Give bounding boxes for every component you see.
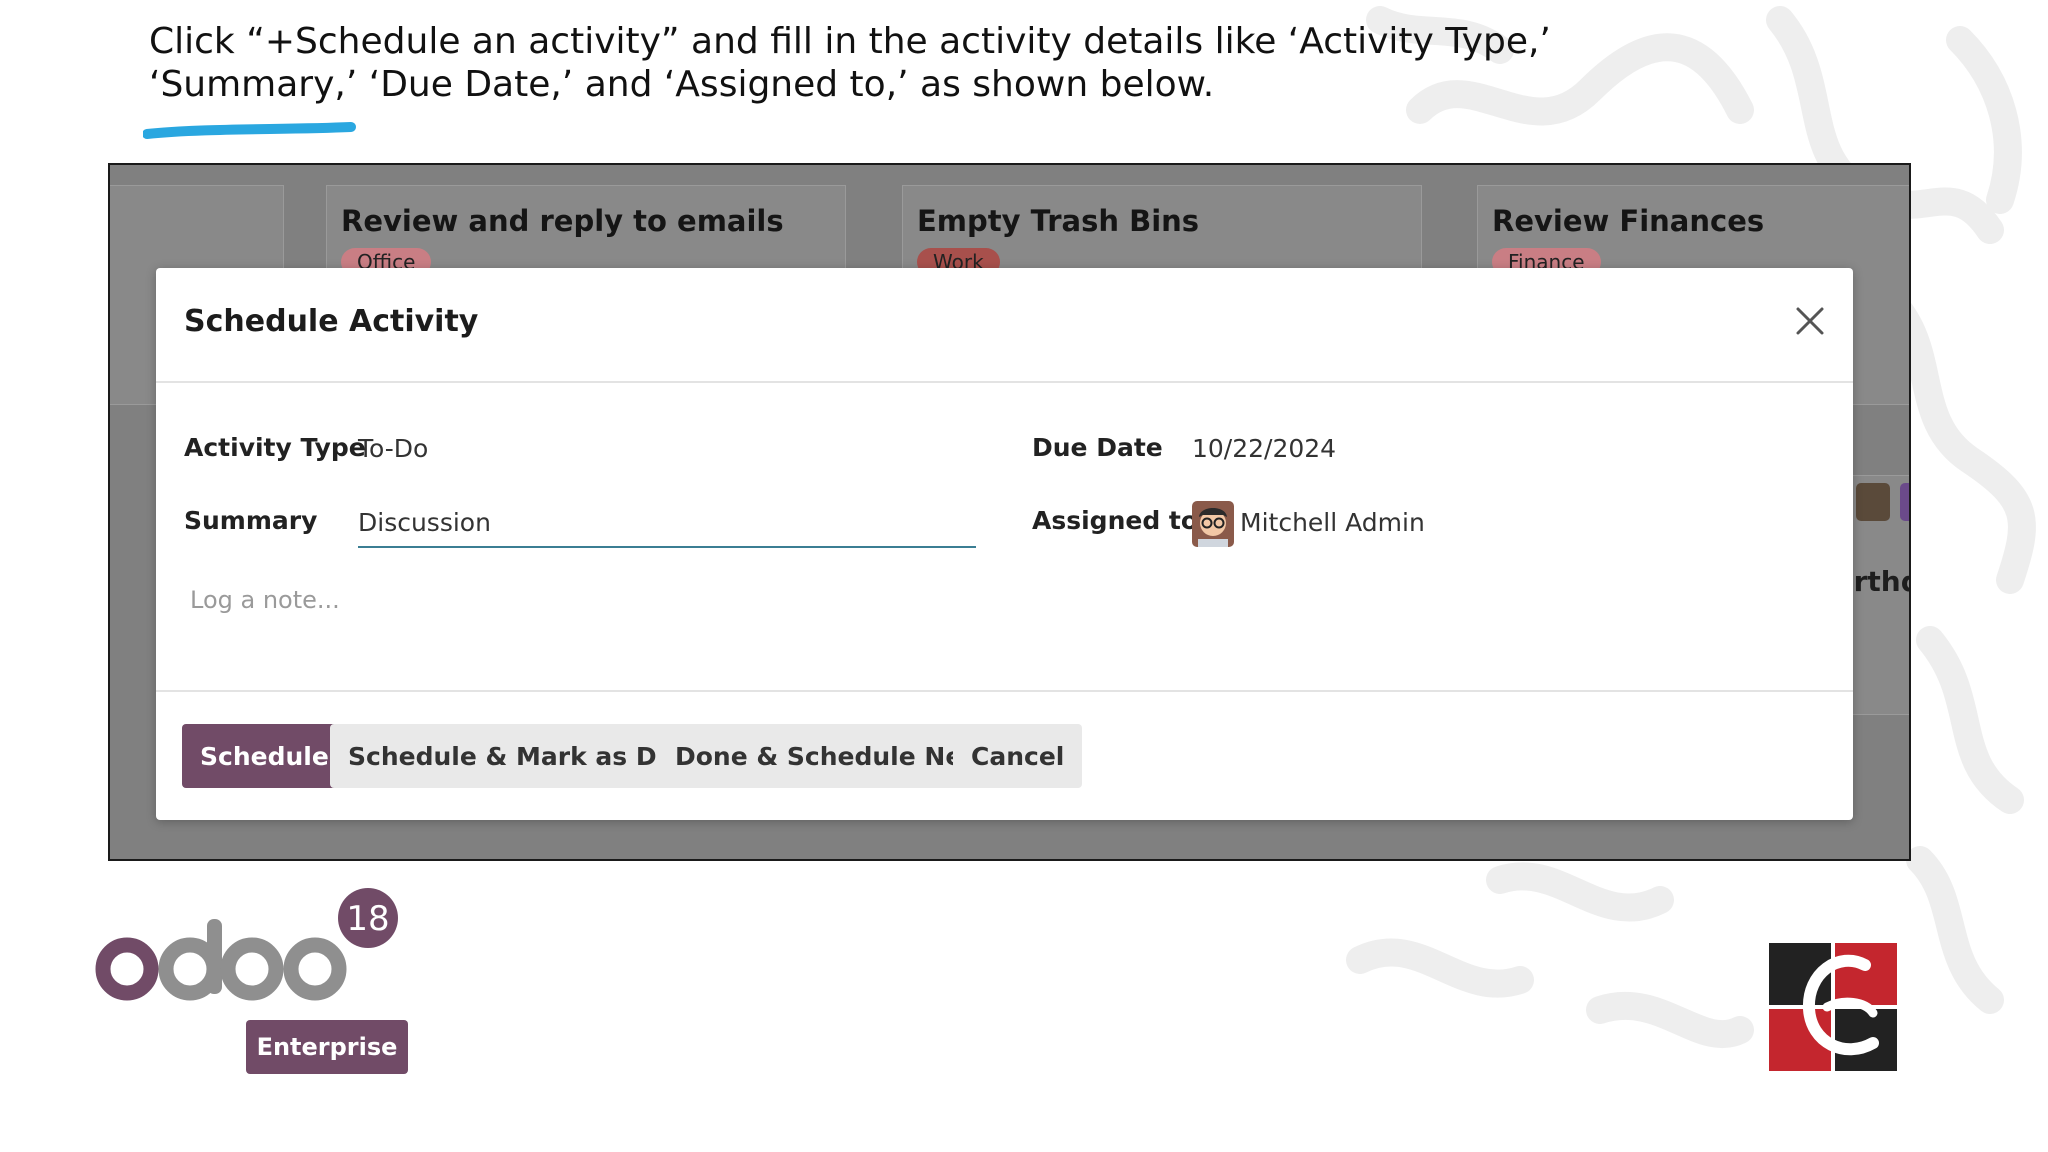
due-date-input[interactable]: 10/22/2024 [1192,434,1336,463]
avatar [1856,483,1890,521]
card-title: Empty Trash Bins [917,204,1200,238]
highlight-stroke [143,122,356,139]
dialog-title: Schedule Activity [184,304,479,339]
assigned-to-select[interactable]: Mitchell Admin [1240,508,1425,537]
dialog-header: Schedule Activity [156,268,1853,383]
instruction-text: Click “+Schedule an activity” and fill i… [149,21,1551,105]
assigned-to-label: Assigned to [1032,506,1199,535]
card-title: Review and reply to emails [341,204,784,238]
log-note-field[interactable]: Log a note... [190,586,340,614]
summary-input-underline [358,546,976,548]
dialog-footer-divider [156,690,1853,692]
user-avatar-icon [1192,501,1234,547]
summary-input[interactable]: Discussion [358,508,491,537]
odoo-version-badge: 18 [346,899,389,939]
cancel-button[interactable]: Cancel [953,724,1083,788]
avatar [1900,483,1909,521]
schedule-button[interactable]: Schedule [182,724,347,788]
summary-label: Summary [184,506,318,535]
activity-type-select[interactable]: To-Do [358,434,428,463]
close-icon[interactable] [1793,304,1827,338]
card-title-fragment: irthd [1844,565,1909,598]
due-date-label: Due Date [1032,433,1163,462]
card-title: Review Finances [1492,204,1765,238]
enterprise-badge: Enterprise [246,1020,408,1074]
activity-type-label: Activity Type [184,433,366,462]
schedule-activity-dialog: Schedule Activity Activity Type To-Do Su… [156,268,1853,820]
company-logo-icon [1769,943,1897,1071]
